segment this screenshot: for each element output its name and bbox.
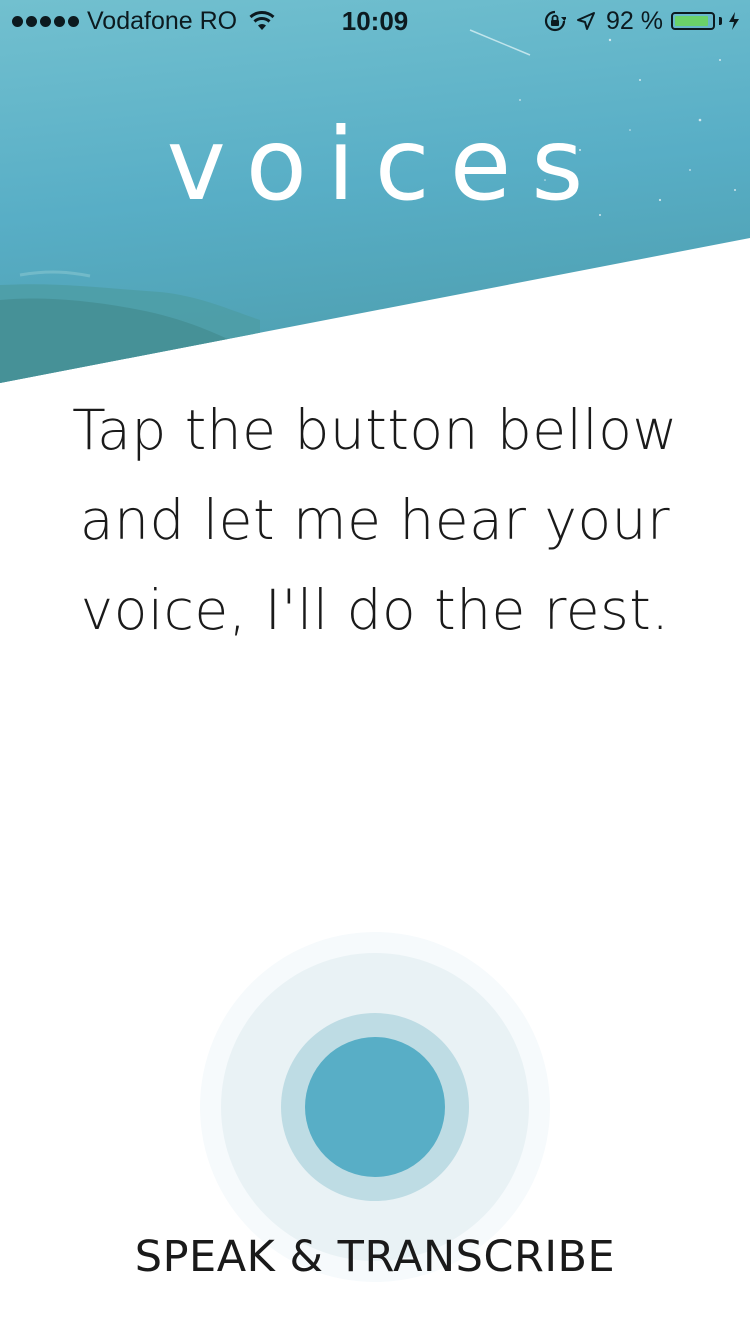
battery-fill [675, 16, 708, 26]
record-button[interactable] [305, 1037, 445, 1177]
instruction-text: Tap the button bellow and let me hear yo… [30, 385, 720, 655]
app-title: voices [166, 106, 604, 223]
battery-icon [671, 12, 715, 30]
speak-transcribe-label: SPEAK & TRANSCRIBE [134, 1232, 616, 1282]
status-bar: Vodafone RO 10:09 92 % [0, 0, 750, 40]
location-arrow-icon [577, 12, 596, 30]
instruction-line: Tap the button bellow [72, 398, 678, 462]
record-button-area [200, 932, 550, 1282]
instruction-line: and let me hear your [79, 488, 671, 552]
app-screen: Vodafone RO 10:09 92 % voices Tap the bu… [0, 0, 750, 1334]
status-bar-right: 92 % [544, 7, 740, 35]
orientation-lock-icon [544, 10, 567, 32]
battery-percentage: 92 % [606, 6, 663, 35]
instruction-line: voice, I'll do the rest. [80, 578, 670, 642]
battery-nub [719, 17, 722, 25]
charging-bolt-icon [729, 12, 739, 30]
